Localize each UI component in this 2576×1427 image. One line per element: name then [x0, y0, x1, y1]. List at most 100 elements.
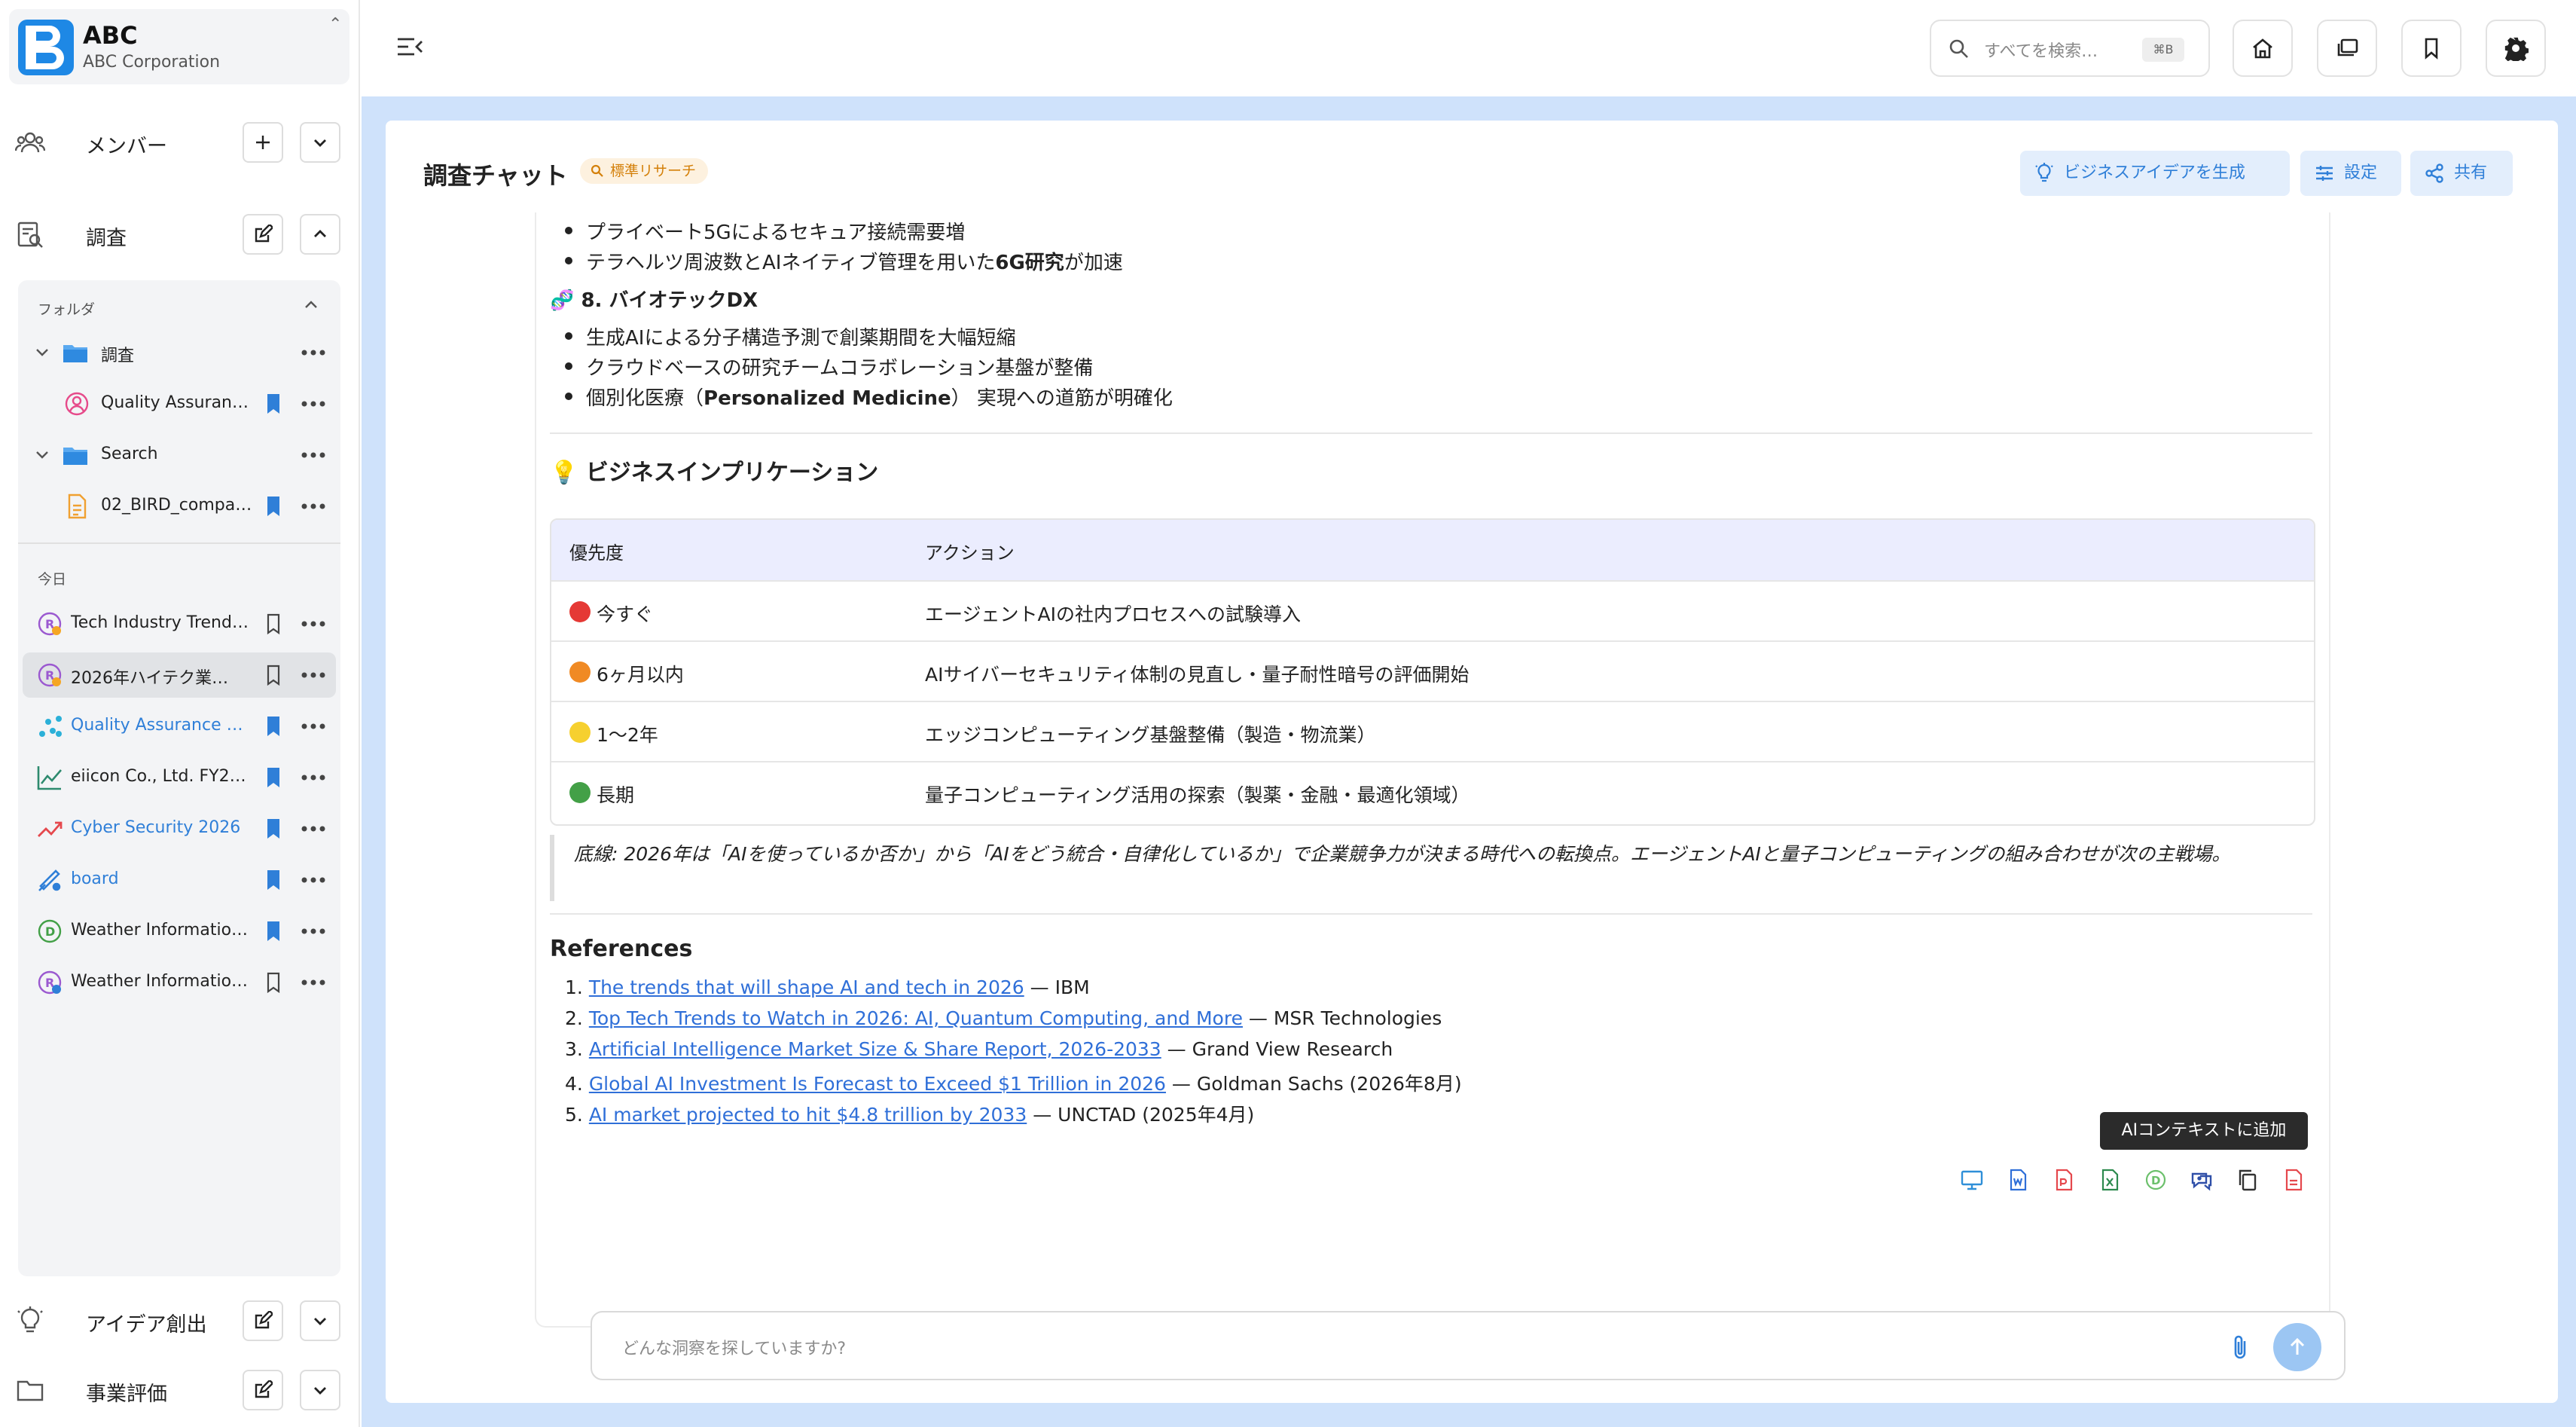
history-item[interactable]: R Weather Informatio…: [23, 960, 336, 1005]
item-label: Weather Informatio…: [71, 972, 249, 991]
section-research[interactable]: 調査: [0, 205, 360, 265]
word-export-icon[interactable]: [2006, 1168, 2030, 1192]
more-icon[interactable]: [298, 919, 328, 943]
chevron-updown-icon[interactable]: ⌃: [328, 15, 342, 34]
section-evaluation[interactable]: 事業評価: [0, 1361, 360, 1421]
home-icon: [2253, 38, 2272, 59]
reference-link[interactable]: Global AI Investment Is Forecast to Exce…: [589, 1073, 1166, 1095]
send-button[interactable]: [2273, 1323, 2321, 1371]
table-row: 今すぐ エージェントAIの社内プロセスへの試験導入: [551, 580, 2314, 640]
expand-members-button[interactable]: [300, 122, 340, 163]
more-icon[interactable]: [298, 341, 328, 365]
settings-button[interactable]: [2486, 20, 2546, 77]
bookmark-filled-icon[interactable]: [262, 919, 285, 943]
share-button[interactable]: 共有: [2410, 151, 2513, 196]
tooltip: AIコンテキストに追加: [2100, 1112, 2308, 1150]
bookmarks-button[interactable]: [2401, 20, 2462, 77]
brand-name: ABC: [83, 21, 138, 50]
global-search[interactable]: すべてを検索… ⌘B: [1930, 20, 2210, 77]
bookmark-outline-icon[interactable]: [262, 612, 285, 636]
new-research-button[interactable]: [243, 214, 283, 255]
history-item[interactable]: board: [23, 857, 336, 903]
folder-item[interactable]: 調査: [23, 330, 336, 375]
search-icon: [591, 164, 603, 177]
reference-link[interactable]: The trends that will shape AI and tech i…: [589, 976, 1024, 998]
svg-text:D: D: [2151, 1174, 2160, 1187]
home-button[interactable]: [2233, 20, 2293, 77]
folder-child-item[interactable]: 02_BIRD_compa…: [23, 484, 336, 529]
stack-icon: [2337, 38, 2358, 57]
history-item[interactable]: Cyber Security 2026: [23, 806, 336, 851]
history-item[interactable]: eiicon Co., Ltd. FY2…: [23, 755, 336, 800]
chevron-up-icon[interactable]: [300, 294, 322, 316]
pdf-export-icon[interactable]: [2052, 1168, 2076, 1192]
section-members[interactable]: メンバー: [0, 113, 360, 173]
folder-item[interactable]: Search: [23, 432, 336, 478]
sidebar-toggle-icon[interactable]: [395, 32, 425, 62]
topbar: すべてを検索… ⌘B: [362, 0, 2576, 96]
expand-evaluation-button[interactable]: [300, 1370, 340, 1410]
composer-input[interactable]: どんな洞察を探していますか?: [622, 1335, 846, 1359]
add-member-button[interactable]: [243, 122, 283, 163]
folder-child-item[interactable]: Quality Assuranc…: [23, 381, 336, 426]
more-icon[interactable]: [298, 392, 328, 416]
bookmark-filled-icon[interactable]: [262, 494, 285, 518]
trend-up-icon: [38, 821, 63, 837]
more-icon[interactable]: [298, 714, 328, 738]
sidebar: ABC ABC Corporation ⌃ メンバー 調査 フォルダ 調査 Qu…: [0, 0, 360, 1427]
more-icon[interactable]: [298, 494, 328, 518]
bookmark-filled-icon[interactable]: [262, 765, 285, 790]
bookmark-filled-icon[interactable]: [262, 817, 285, 841]
chevron-down-icon[interactable]: [33, 344, 51, 362]
bookmark-filled-icon[interactable]: [262, 392, 285, 416]
new-evaluation-button[interactable]: [243, 1370, 283, 1410]
more-icon[interactable]: [298, 970, 328, 995]
collapse-research-button[interactable]: [300, 214, 340, 255]
reference-link[interactable]: Artificial Intelligence Market Size & Sh…: [589, 1038, 1161, 1060]
paperclip-icon[interactable]: [2225, 1332, 2255, 1362]
bookmark-filled-icon[interactable]: [262, 714, 285, 738]
chat-composer[interactable]: どんな洞察を探していますか?: [591, 1311, 2346, 1380]
more-icon[interactable]: [298, 817, 328, 841]
copy-icon[interactable]: [2236, 1168, 2260, 1192]
bookmark-outline-icon[interactable]: [262, 970, 285, 995]
bookmark-outline-icon[interactable]: [262, 663, 285, 687]
dna-icon: 🧬: [550, 289, 575, 312]
column-header-action: アクション: [925, 542, 1015, 564]
edit-icon: [255, 1380, 273, 1398]
line-chart-icon: [37, 766, 62, 790]
d-circle-export-icon[interactable]: D: [2144, 1168, 2168, 1192]
edit-icon: [255, 225, 273, 243]
research-panel: フォルダ 調査 Quality Assuranc… Search 02_BIRD…: [18, 280, 340, 1276]
history-item-selected[interactable]: R 2026年ハイテク業…: [23, 652, 336, 698]
more-icon[interactable]: [298, 765, 328, 790]
chevron-down-icon: [314, 1318, 326, 1325]
new-idea-button[interactable]: [243, 1300, 283, 1341]
bookmark-filled-icon[interactable]: [262, 868, 285, 892]
history-item[interactable]: D Weather Informatio…: [23, 909, 336, 954]
reference-link[interactable]: AI market projected to hit $4.8 trillion…: [589, 1104, 1027, 1126]
chevron-down-icon[interactable]: [33, 446, 51, 464]
workspace-switcher[interactable]: ABC ABC Corporation ⌃: [9, 9, 349, 84]
ideas-label: アイデア創出: [86, 1313, 207, 1337]
more-icon[interactable]: [298, 868, 328, 892]
slides-export-icon[interactable]: [1960, 1168, 1984, 1192]
section-ideas[interactable]: アイデア創出: [0, 1291, 360, 1352]
research-chat-icon: R: [38, 612, 62, 636]
more-icon[interactable]: [298, 612, 328, 636]
pages-button[interactable]: [2317, 20, 2377, 77]
excel-export-icon[interactable]: [2098, 1168, 2122, 1192]
expand-ideas-button[interactable]: [300, 1300, 340, 1341]
pdf-download-icon[interactable]: [2281, 1168, 2306, 1192]
history-item[interactable]: Quality Assurance …: [23, 704, 336, 749]
priority-dot-yellow: [569, 722, 591, 743]
more-icon[interactable]: [298, 443, 328, 467]
divider: [550, 432, 2312, 434]
summary-text: 底線: 2026年は「AIを使っているか否か」から「AIをどう統合・自律化してい…: [574, 843, 2231, 865]
history-item[interactable]: R Tech Industry Trend…: [23, 601, 336, 646]
settings-action-button[interactable]: 設定: [2300, 151, 2401, 196]
reference-link[interactable]: Top Tech Trends to Watch in 2026: AI, Qu…: [589, 1007, 1243, 1029]
ai-context-icon[interactable]: [2190, 1168, 2214, 1192]
generate-ideas-button[interactable]: ビジネスアイデアを生成: [2020, 151, 2290, 196]
more-icon[interactable]: [298, 663, 328, 687]
